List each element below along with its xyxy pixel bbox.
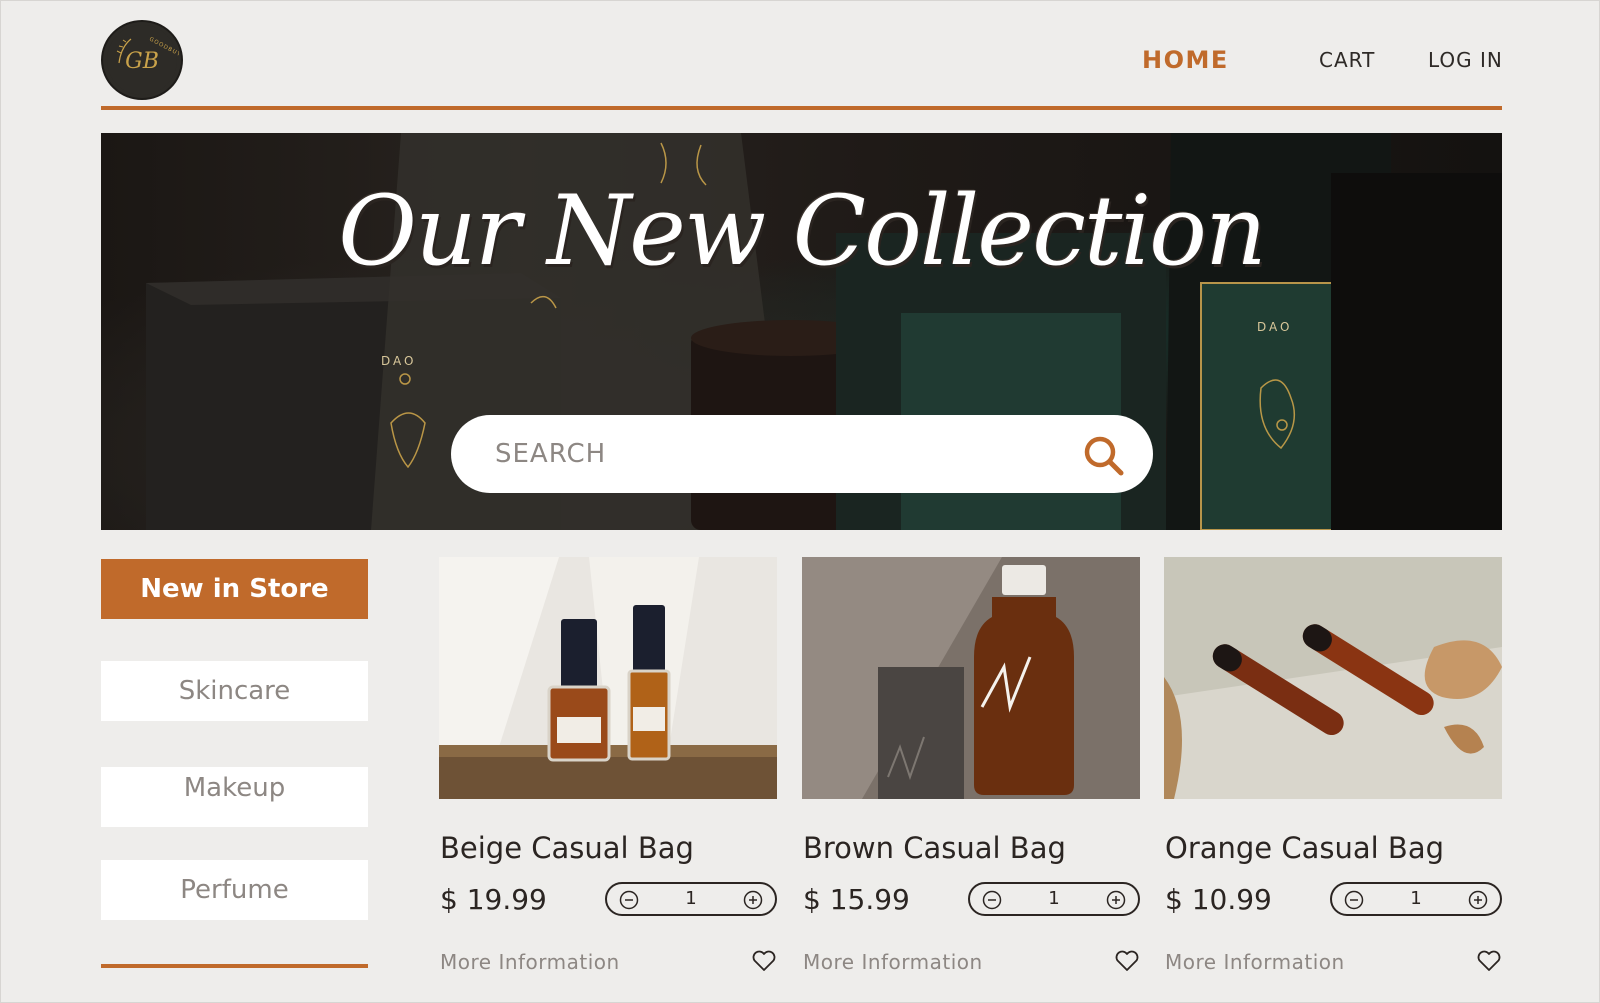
search-icon	[1084, 436, 1124, 476]
product-image[interactable]	[802, 557, 1140, 799]
more-information-link[interactable]: More Information	[440, 950, 620, 974]
product-name: Orange Casual Bag	[1165, 831, 1444, 865]
new-in-store-button[interactable]: New in Store	[101, 559, 368, 619]
heart-icon[interactable]	[1476, 949, 1502, 973]
product-card: Orange Casual Bag $ 10.99 1 More Informa…	[1164, 557, 1502, 987]
category-perfume[interactable]: Perfume	[101, 860, 368, 920]
more-information-link[interactable]: More Information	[803, 950, 983, 974]
heart-icon[interactable]	[1114, 949, 1140, 973]
product-name: Beige Casual Bag	[440, 831, 694, 865]
product-price: $ 19.99	[440, 883, 547, 916]
category-skincare[interactable]: Skincare	[101, 661, 368, 721]
product-image[interactable]	[1164, 557, 1502, 799]
nav-home-link[interactable]: HOME	[1142, 44, 1229, 76]
minus-circle-icon[interactable]	[1344, 890, 1364, 910]
quantity-stepper: 1	[968, 882, 1140, 916]
hero-title: Our New Collection	[338, 175, 1267, 287]
plus-circle-icon[interactable]	[1106, 890, 1126, 910]
nav-cart-link[interactable]: CART	[1319, 44, 1375, 76]
plus-circle-icon[interactable]	[743, 890, 763, 910]
quantity-value[interactable]: 1	[667, 888, 715, 909]
quantity-value[interactable]: 1	[1392, 888, 1440, 909]
more-information-link[interactable]: More Information	[1165, 950, 1345, 974]
product-name: Brown Casual Bag	[803, 831, 1066, 865]
search-button[interactable]	[1081, 433, 1125, 477]
minus-circle-icon[interactable]	[619, 890, 639, 910]
product-price: $ 10.99	[1165, 883, 1272, 916]
sidebar-divider	[101, 964, 368, 968]
search-input[interactable]	[495, 434, 1055, 474]
product-card: Brown Casual Bag $ 15.99 1 More Informat…	[802, 557, 1140, 987]
hero-dao-mark-2: DAO	[1257, 320, 1292, 334]
product-price: $ 15.99	[803, 883, 910, 916]
heart-icon[interactable]	[751, 949, 777, 973]
quantity-value[interactable]: 1	[1030, 888, 1078, 909]
product-card: Beige Casual Bag $ 19.99 1 More Informat…	[439, 557, 777, 987]
product-image[interactable]	[439, 557, 777, 799]
minus-circle-icon[interactable]	[982, 890, 1002, 910]
header-divider	[101, 106, 1502, 110]
main-nav: HOME CART LOG IN	[0, 44, 1600, 76]
quantity-stepper: 1	[605, 882, 777, 916]
nav-login-link[interactable]: LOG IN	[1428, 44, 1503, 76]
quantity-stepper: 1	[1330, 882, 1502, 916]
category-makeup[interactable]: Makeup	[101, 767, 368, 827]
hero-dao-mark-1: DAO	[381, 354, 416, 368]
plus-circle-icon[interactable]	[1468, 890, 1488, 910]
hero-banner: DAO DAO Our New Collection	[101, 133, 1502, 530]
search-bar	[451, 415, 1153, 493]
